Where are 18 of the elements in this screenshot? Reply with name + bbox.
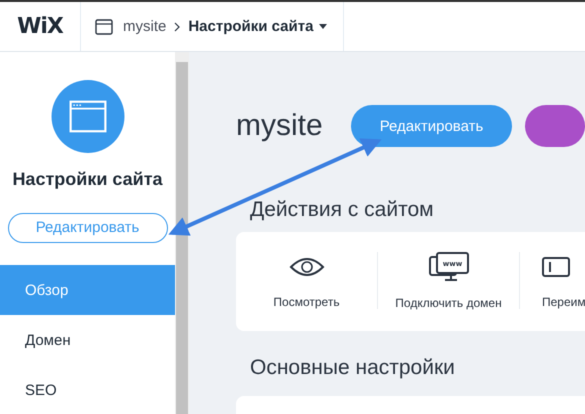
chevron-icon bbox=[174, 22, 180, 32]
action-link[interactable]: Переим bbox=[542, 295, 585, 309]
scrollbar-thumb[interactable] bbox=[176, 62, 188, 414]
sidebar-item[interactable]: Домен bbox=[0, 315, 175, 365]
logo[interactable]: WiX bbox=[17, 14, 63, 39]
scrollbar[interactable] bbox=[175, 52, 189, 414]
site-name: mysite bbox=[236, 109, 324, 143]
site-menu[interactable]: Настройки сайта bbox=[188, 18, 328, 35]
section-heading: Действия с сайтом bbox=[250, 199, 435, 220]
sidebar-title: Настройки сайта bbox=[12, 168, 163, 190]
section-heading: Основные настройки bbox=[250, 357, 456, 378]
action-link[interactable]: Посмотреть bbox=[273, 295, 340, 309]
browser-window-icon bbox=[95, 18, 113, 34]
action-button[interactable] bbox=[525, 105, 585, 147]
caret-icon[interactable] bbox=[319, 24, 328, 29]
action-link[interactable]: Подключить домен bbox=[395, 296, 502, 310]
sidebar-item[interactable]: SEO bbox=[0, 365, 175, 414]
breadcrumb-link[interactable]: mysite bbox=[123, 18, 166, 35]
